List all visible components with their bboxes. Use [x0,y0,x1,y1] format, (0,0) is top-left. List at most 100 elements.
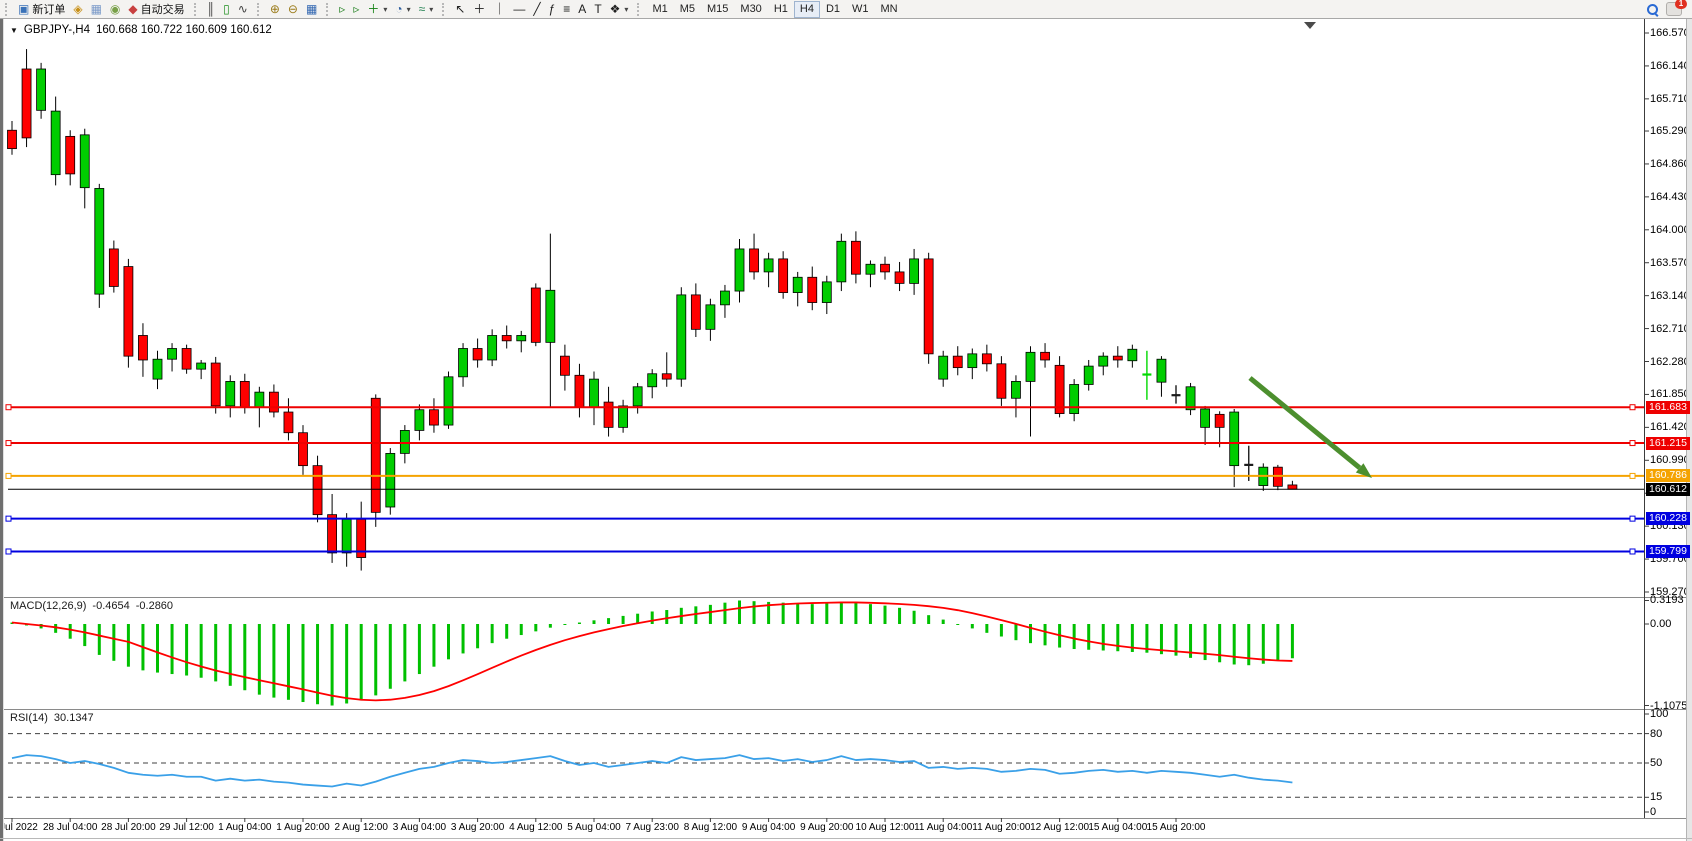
line-anchor-handle[interactable] [1630,441,1635,446]
line-anchor-handle[interactable] [6,441,11,446]
macd-histogram-bar [462,624,465,653]
shapes-caret-icon[interactable]: ▾ [624,5,628,14]
time-tick-label: 10 Aug 12:00 [856,822,915,833]
chart-window[interactable]: ▼ GBPJPY-,H4 160.668 160.722 160.609 160… [0,19,1692,841]
macd-histogram-bar [593,620,596,624]
search-icon[interactable] [1647,4,1658,15]
candlestick [138,335,147,360]
tab-timeframe-m1[interactable]: M1 [646,1,673,18]
macd-histogram-bar [418,624,421,674]
candlestick [648,374,657,387]
shapes-button[interactable]: ❖▾ [606,0,633,18]
periods-button[interactable]: ◔▾ [391,0,414,18]
periods-caret-icon[interactable]: ▾ [407,5,411,14]
profile-button[interactable]: ▦ [87,0,106,18]
styles-button[interactable]: ◈ [69,0,86,18]
candlestick [502,335,511,340]
line-anchor-handle[interactable] [1630,516,1635,521]
fibonacci-button[interactable]: ƒ [545,0,560,18]
line-anchor-handle[interactable] [1630,473,1635,478]
macd-histogram-bar [811,604,814,624]
macd-histogram-bar [156,624,159,673]
macd-histogram-bar [607,618,610,624]
chart-shift-marker[interactable] [1304,22,1316,29]
templates-button[interactable]: ≈▾ [415,0,438,18]
candlestick [1201,409,1210,427]
tab-timeframe-m30[interactable]: M30 [734,1,767,18]
macd-histogram-bar [491,624,494,643]
macd-histogram-bar [534,624,537,631]
price-tick-label: 166.140 [1650,60,1690,72]
line-anchor-handle[interactable] [6,549,11,554]
tab-timeframe-m15[interactable]: M15 [701,1,734,18]
tab-timeframe-h4[interactable]: H4 [794,1,820,18]
tab-timeframe-w1[interactable]: W1 [846,1,875,18]
macd-histogram-bar [869,604,872,624]
price-tick-label: 166.570 [1650,27,1690,39]
new-order-label: 新订单 [32,1,65,17]
crosshair-icon: ＋ [473,3,485,15]
terminal-window: ▣新订单◈▦◉◆自动交易║▯∿⊕⊖▦▹▹＋▾◔▾≈▾↖＋｜—╱ƒ≡AT❖▾M1M… [0,0,1692,841]
macd-histogram-bar [331,624,334,706]
macd-histogram-bar [447,624,450,659]
tab-timeframe-h1[interactable]: H1 [768,1,794,18]
price-tick-label: 161.850 [1650,388,1690,400]
line-anchor-handle[interactable] [1630,405,1635,410]
candlestick [51,111,60,175]
rsi-tick-label: 0 [1650,806,1656,818]
new-order-button[interactable]: ▣新订单 [14,0,69,18]
price-tick-label: 164.000 [1650,224,1690,236]
text-button[interactable]: A [574,0,590,18]
vertical-line-button[interactable]: ｜ [489,0,509,18]
macd-histogram-bar [432,624,435,667]
tile-windows-button[interactable]: ▦ [302,0,321,18]
line-anchor-handle[interactable] [6,473,11,478]
chart-canvas[interactable] [0,19,1692,841]
periods-icon: ◔ [395,3,402,15]
bar-chart-icon: ║ [207,3,216,15]
notification-badge: 1 [1675,0,1687,9]
candlestick [735,249,744,291]
tab-timeframe-d1[interactable]: D1 [820,1,846,18]
zoom-in-button[interactable]: ⊕ [266,0,284,18]
candlestick [22,69,31,138]
chart-shift-button[interactable]: ▹ [349,0,363,18]
line-anchor-handle[interactable] [1630,549,1635,554]
time-tick-label: 15 Aug 20:00 [1147,822,1206,833]
candlestick [299,433,308,466]
auto-scroll-button[interactable]: ▹ [335,0,349,18]
label-button[interactable]: T [590,0,605,18]
tab-timeframe-mn[interactable]: MN [875,1,904,18]
candlestick-chart-button[interactable]: ▯ [219,0,234,18]
channel-button[interactable]: ≡ [559,0,574,18]
indicators-caret-icon[interactable]: ▾ [383,5,387,14]
line-chart-button[interactable]: ∿ [234,0,252,18]
trend-arrow[interactable] [1250,378,1360,468]
horizontal-line-button[interactable]: — [509,0,529,18]
cursor-button[interactable]: ↖ [451,0,469,18]
indicators-button[interactable]: ＋▾ [363,0,391,18]
crosshair-button[interactable]: ＋ [469,0,489,18]
bar-chart-button[interactable]: ║ [203,0,220,18]
trendline-button[interactable]: ╱ [529,0,544,18]
candlestick [560,356,569,375]
profile-icon: ▦ [91,3,102,15]
time-tick-label: 28 Jul 04:00 [43,822,98,833]
window-left-border-highlight [3,19,4,841]
signal-button[interactable]: ◉ [106,0,124,18]
templates-caret-icon[interactable]: ▾ [429,5,433,14]
macd-histogram-bar [83,624,86,646]
tab-timeframe-m5[interactable]: M5 [674,1,701,18]
macd-histogram-bar [796,603,799,624]
macd-histogram-bar [505,624,508,639]
line-anchor-handle[interactable] [6,405,11,410]
candlestick [953,356,962,367]
candlestick [982,354,991,364]
zoom-out-button[interactable]: ⊖ [284,0,302,18]
candlestick [400,430,409,453]
notifications-icon[interactable]: 1 [1666,2,1682,16]
line-anchor-handle[interactable] [6,516,11,521]
macd-histogram-bar [171,624,174,674]
rsi-tick-label: 15 [1650,791,1662,803]
autotrade-button[interactable]: ◆自动交易 [124,0,188,18]
